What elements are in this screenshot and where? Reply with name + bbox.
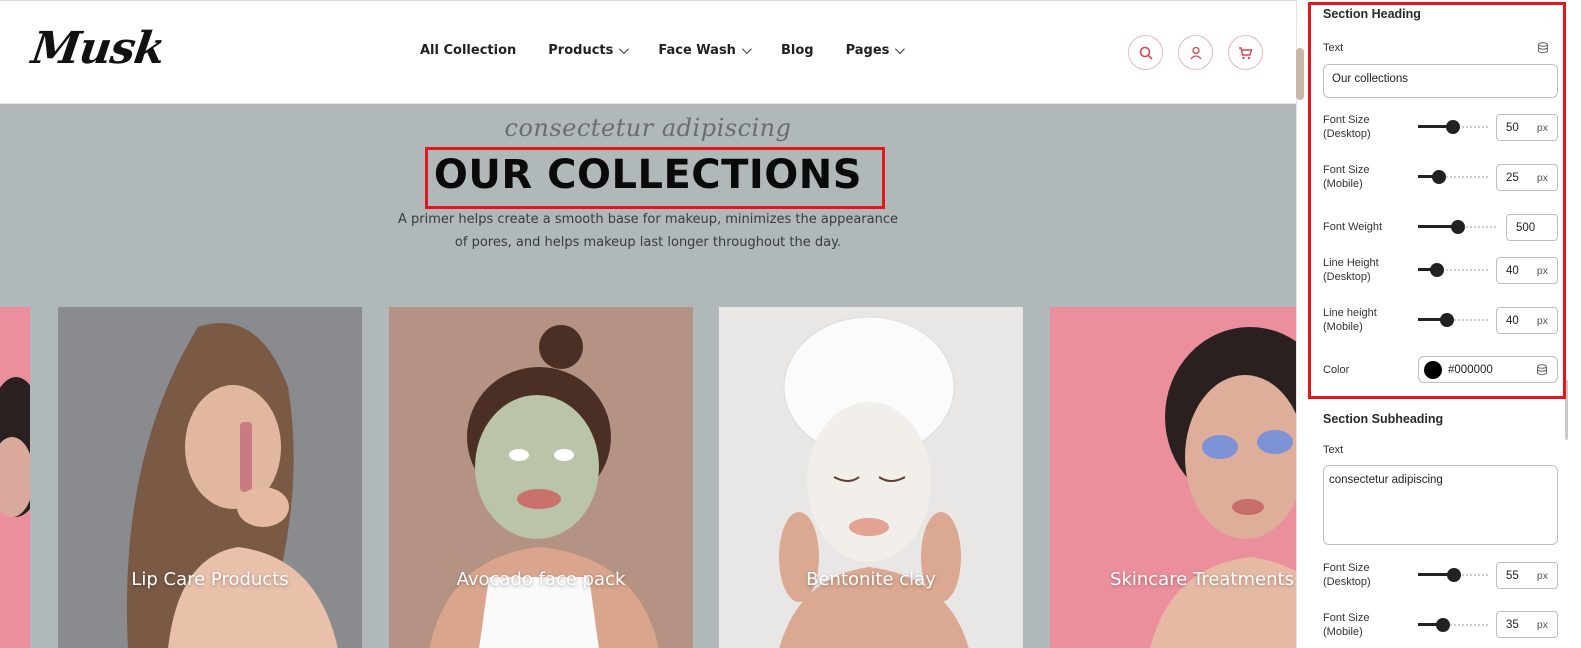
slider-handle[interactable] <box>1440 313 1455 327</box>
chevron-down-icon <box>895 44 906 55</box>
dynamic-source-icon[interactable] <box>1536 364 1548 376</box>
nav-label: Products <box>548 43 614 58</box>
cart-button[interactable] <box>1228 35 1263 70</box>
font-weight-input[interactable]: 500 <box>1506 214 1558 241</box>
line-height-mobile-slider[interactable] <box>1418 313 1488 327</box>
line-height-mobile-input[interactable]: 40 px <box>1496 307 1558 334</box>
font-size-desktop-input[interactable]: 50 px <box>1496 114 1558 141</box>
site-logo[interactable]: Musk <box>28 23 167 74</box>
control-label: Font Weight <box>1323 221 1383 233</box>
chevron-down-icon <box>619 44 630 55</box>
number-value: 50 <box>1506 121 1519 134</box>
number-value: 25 <box>1506 171 1519 184</box>
unit-label: px <box>1536 570 1548 582</box>
sub-font-size-mobile-input[interactable]: 35 px <box>1496 611 1558 638</box>
nav-item-face-wash[interactable]: Face Wash <box>658 43 752 58</box>
card-title: Lip Care Products <box>131 569 289 590</box>
control-label: Font Size (Mobile) <box>1323 612 1370 638</box>
cart-icon <box>1239 46 1253 59</box>
section-heading-title: Section Heading <box>1323 7 1421 21</box>
main-nav: All Collection Products Face Wash Blog P… <box>420 43 906 58</box>
font-weight-slider[interactable] <box>1418 220 1498 234</box>
control-label: Font Size (Desktop) <box>1323 114 1371 140</box>
website-preview: Musk All Collection Products Face Wash B… <box>0 0 1296 648</box>
model-photo <box>126 323 338 648</box>
preview-scrollbar[interactable] <box>1296 48 1304 100</box>
search-button[interactable] <box>1128 35 1163 70</box>
slider-handle[interactable] <box>1447 568 1462 582</box>
collection-card-partial[interactable] <box>0 307 30 648</box>
number-value: 55 <box>1506 569 1519 582</box>
heading-text-input[interactable]: Our collections <box>1323 64 1558 98</box>
nav-label: Pages <box>845 43 890 58</box>
account-button[interactable] <box>1178 35 1213 70</box>
sub-font-size-mobile-slider[interactable] <box>1418 618 1488 632</box>
heading-text-label: Text <box>1323 42 1344 54</box>
color-label: Color <box>1323 364 1350 376</box>
control-label: Font Size (Desktop) <box>1323 562 1371 588</box>
sub-font-size-desktop-slider[interactable] <box>1418 568 1488 582</box>
unit-label: px <box>1536 265 1548 277</box>
nav-label: All Collection <box>420 43 517 58</box>
section-subheading-title: Section Subheading <box>1323 412 1444 426</box>
nav-item-blog[interactable]: Blog <box>781 43 814 58</box>
number-value: 500 <box>1516 221 1536 234</box>
model-photo <box>429 325 659 648</box>
font-size-mobile-slider[interactable] <box>1418 170 1488 184</box>
editor-root: Musk All Collection Products Face Wash B… <box>0 0 1581 648</box>
font-size-mobile-input[interactable]: 25 px <box>1496 164 1558 191</box>
color-picker[interactable]: #000000 <box>1418 356 1558 383</box>
nav-label: Face Wash <box>658 43 736 58</box>
nav-item-all-collection[interactable]: All Collection <box>420 43 516 58</box>
nav-item-pages[interactable]: Pages <box>845 43 906 58</box>
number-value: 40 <box>1506 264 1519 277</box>
collection-carousel: Lip Care Products Avocado face pack Bent… <box>0 307 1296 648</box>
collection-card[interactable]: Lip Care Products <box>58 307 362 648</box>
section-subheading[interactable]: consectetur adipiscing <box>0 114 1296 142</box>
selected-section-highlight <box>1308 2 1566 399</box>
model-photo <box>779 316 969 648</box>
section-description[interactable]: A primer helps create a smooth base for … <box>390 208 906 254</box>
user-icon <box>1189 46 1202 59</box>
dynamic-source-icon[interactable] <box>1537 42 1549 54</box>
line-height-desktop-slider[interactable] <box>1418 263 1488 277</box>
slider-handle[interactable] <box>1432 170 1446 184</box>
card-title: Skincare Treatments <box>1110 569 1294 590</box>
header-actions <box>1128 35 1263 70</box>
number-value: 35 <box>1506 618 1519 631</box>
model-photo <box>1150 327 1296 648</box>
unit-label: px <box>1536 315 1548 327</box>
card-title: Avocado face pack <box>456 569 626 590</box>
nav-item-products[interactable]: Products <box>548 43 630 58</box>
slider-handle[interactable] <box>1435 618 1450 632</box>
collection-card[interactable]: Bentonite clay <box>719 307 1023 648</box>
unit-label: px <box>1536 172 1548 184</box>
site-header: Musk All Collection Products Face Wash B… <box>0 1 1296 104</box>
number-value: 40 <box>1506 314 1519 327</box>
nav-label: Blog <box>780 43 814 58</box>
slider-handle[interactable] <box>1451 220 1465 234</box>
selected-element-highlight <box>425 147 885 209</box>
color-swatch[interactable] <box>1424 360 1442 379</box>
chevron-down-icon <box>741 44 752 55</box>
control-label: Line height (Mobile) <box>1323 307 1377 333</box>
search-icon <box>1139 46 1153 60</box>
collection-card[interactable]: Skincare Treatments <box>1050 307 1296 648</box>
color-value: #000000 <box>1448 363 1493 376</box>
model-photo <box>0 377 30 517</box>
sub-font-size-desktop-input[interactable]: 55 px <box>1496 562 1558 589</box>
unit-label: px <box>1536 619 1548 631</box>
subheading-text-label: Text <box>1323 444 1344 456</box>
control-label: Font Size (Mobile) <box>1323 164 1370 190</box>
slider-handle[interactable] <box>1446 120 1460 134</box>
subheading-text-area[interactable]: consectetur adipiscing <box>1323 465 1558 545</box>
card-title: Bentonite clay <box>806 569 936 590</box>
slider-handle[interactable] <box>1429 263 1444 277</box>
unit-label: px <box>1536 122 1548 134</box>
control-label: Line Height (Desktop) <box>1323 257 1379 283</box>
collection-card[interactable]: Avocado face pack <box>389 307 693 648</box>
font-size-desktop-slider[interactable] <box>1418 120 1488 134</box>
line-height-desktop-input[interactable]: 40 px <box>1496 257 1558 284</box>
